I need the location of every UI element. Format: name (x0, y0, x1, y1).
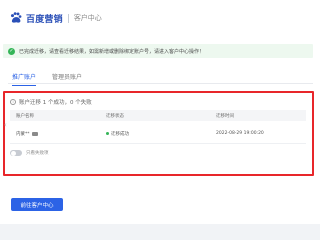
account-type-icon (31, 131, 38, 136)
column-status: 迁移状态 (106, 113, 124, 119)
toggle-knob (10, 150, 16, 156)
table-row: 内蒙** 迁移成功 2022-08-29 19:00:20 (10, 126, 306, 142)
tabs-divider (8, 83, 313, 84)
migration-summary: i 账户迁移 1 个成功，0 个失败 (10, 98, 92, 106)
account-name: 内蒙** (16, 132, 30, 137)
cell-time: 2022-08-29 19:00:20 (216, 131, 264, 136)
status-text: 迁移成功 (111, 132, 129, 137)
row-divider (10, 143, 306, 144)
notice-text: 已完成迁移，请查看迁移结果，如需新增或删除绑定账户号，请进入客户中心操作！ (19, 48, 205, 55)
info-icon: i (10, 99, 16, 105)
failed-only-toggle[interactable] (10, 150, 22, 156)
failed-only-filter: 只看失败项 (10, 150, 49, 156)
summary-text: 账户迁移 1 个成功，0 个失败 (19, 100, 92, 106)
cell-account: 内蒙** (16, 131, 38, 137)
header-subtitle: 客户中心 (73, 14, 102, 22)
column-account-name: 账户名称 (16, 113, 34, 119)
chevron-left-icon[interactable]: ‹ (4, 121, 7, 129)
success-dot-icon (106, 132, 109, 135)
brand-logo[interactable]: 百度营销 客户中心 (9, 11, 102, 25)
column-time: 迁移时间 (216, 113, 234, 119)
go-to-customer-center-button[interactable]: 前往客户中心 (11, 198, 63, 211)
table-header: 账户名称 迁移状态 迁移时间 (10, 110, 306, 121)
success-notice: ✓ 已完成迁移，请查看迁移结果，如需新增或删除绑定账户号，请进入客户中心操作！ (3, 44, 313, 58)
check-circle-icon: ✓ (8, 47, 15, 55)
baidu-paw-icon (10, 12, 22, 23)
top-header: 百度营销 客户中心 (0, 0, 320, 36)
cell-status: 迁移成功 (106, 131, 129, 137)
toggle-label: 只看失败项 (26, 151, 49, 156)
header-divider (67, 13, 69, 23)
migration-result-panel: ‹ i 账户迁移 1 个成功，0 个失败 账户名称 迁移状态 迁移时间 内蒙**… (3, 91, 314, 176)
brand-name: 百度营销 (26, 14, 63, 25)
